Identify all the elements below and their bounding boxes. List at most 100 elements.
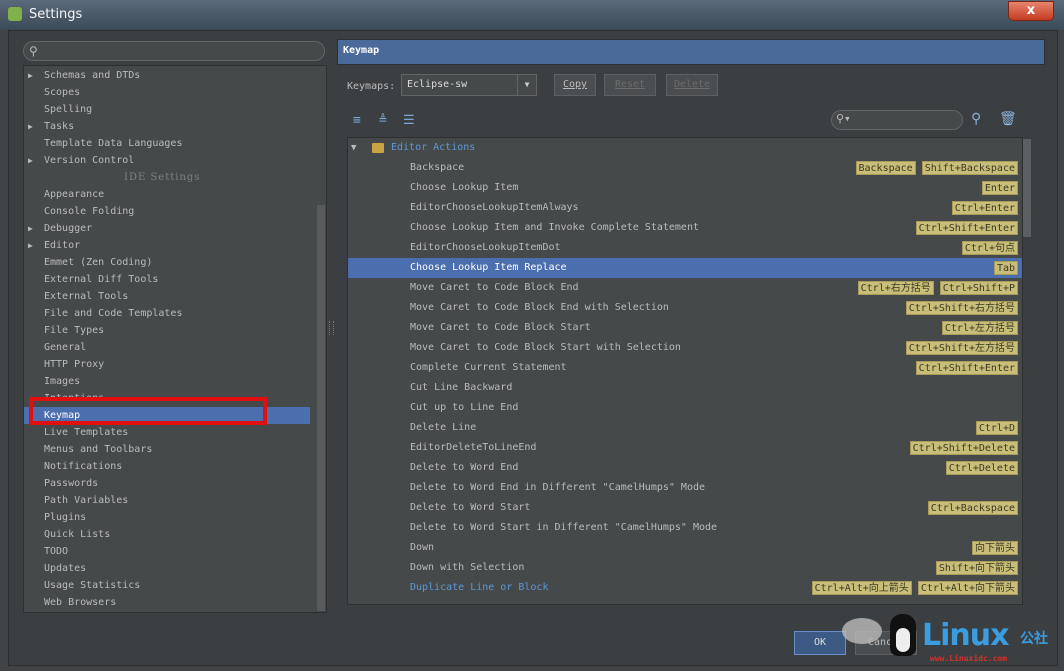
action-row[interactable]: Delete to Word End in Different "CamelHu… xyxy=(348,478,1022,498)
edit-shortcut-icon[interactable]: ☰ xyxy=(403,113,415,128)
tree-item[interactable]: General xyxy=(24,339,310,356)
tree-item[interactable]: Spelling xyxy=(24,101,310,118)
tree-item-label: Template Data Languages xyxy=(44,138,183,149)
tree-item[interactable]: Plugins xyxy=(24,509,310,526)
expand-arrow-icon[interactable]: ▶ xyxy=(28,118,33,135)
tree-item[interactable]: External Diff Tools xyxy=(24,271,310,288)
tree-item[interactable]: Emmet (Zen Coding) xyxy=(24,254,310,271)
copy-button[interactable]: Copy xyxy=(554,74,596,96)
action-row[interactable]: Delete to Word Start Ctrl+Backspace xyxy=(348,498,1022,518)
tree-item[interactable]: ▶ Tasks xyxy=(24,118,310,135)
shortcut-list: Ctrl+Backspace xyxy=(927,501,1018,515)
action-row[interactable]: Delete to Word Start in Different "Camel… xyxy=(348,518,1022,538)
action-row[interactable]: Cut up to Line End xyxy=(348,398,1022,418)
action-row[interactable]: Choose Lookup Item Enter xyxy=(348,178,1022,198)
tree-item[interactable]: Usage Statistics xyxy=(24,577,310,594)
tree-item[interactable]: Menus and Toolbars xyxy=(24,441,310,458)
action-row[interactable]: EditorChooseLookupItemDot Ctrl+句点 xyxy=(348,238,1022,258)
tree-item[interactable]: Quick Lists xyxy=(24,526,310,543)
action-name: Complete Current Statement xyxy=(410,362,567,373)
action-name: Choose Lookup Item and Invoke Complete S… xyxy=(410,222,699,233)
tree-item-label: Appearance xyxy=(44,189,105,200)
tree-item[interactable]: Images xyxy=(24,373,310,390)
tree-section-header: IDE Settings xyxy=(24,169,310,186)
shortcut-badge: Ctrl+Backspace xyxy=(927,501,1018,515)
action-row[interactable]: Choose Lookup Item and Invoke Complete S… xyxy=(348,218,1022,238)
tree-item[interactable]: ▶ Version Control xyxy=(24,152,310,169)
action-name: Delete to Word End in Different "CamelHu… xyxy=(410,482,706,493)
action-row[interactable]: Delete Line Ctrl+D xyxy=(348,418,1022,438)
action-row[interactable]: Choose Lookup Item Replace Tab xyxy=(348,258,1022,278)
tree-item-label: Passwords xyxy=(44,478,99,489)
chevron-down-icon[interactable]: ▼ xyxy=(517,75,536,95)
tree-item-label: Updates xyxy=(44,563,87,574)
collapse-all-icon[interactable]: ≜ xyxy=(379,113,387,128)
delete-button[interactable]: Delete xyxy=(666,74,718,96)
tree-item[interactable]: Path Variables xyxy=(24,492,310,509)
action-row[interactable]: EditorDeleteToLineEnd Ctrl+Shift+Delete xyxy=(348,438,1022,458)
action-row[interactable]: Move Caret to Code Block End with Select… xyxy=(348,298,1022,318)
action-group-row[interactable]: ▼ Editor Actions xyxy=(348,138,1022,158)
action-row[interactable]: Cut Line Backward xyxy=(348,378,1022,398)
action-row[interactable]: Delete to Word End Ctrl+Delete xyxy=(348,458,1022,478)
action-row[interactable]: Complete Current Statement Ctrl+Shift+Ent… xyxy=(348,358,1022,378)
action-row[interactable]: Down 向下箭头 xyxy=(348,538,1022,558)
expand-arrow-icon[interactable]: ▶ xyxy=(28,152,33,169)
tree-item[interactable]: HTTP Proxy xyxy=(24,356,310,373)
expand-arrow-icon[interactable]: ▶ xyxy=(28,220,33,237)
shortcut-list: Ctrl+Shift+Delete xyxy=(909,441,1018,455)
shortcut-list: Ctrl+Delete xyxy=(945,461,1018,475)
keymap-scrollbar[interactable] xyxy=(1023,139,1031,237)
shortcut-badge: Ctrl+右方括号 xyxy=(857,281,934,295)
tree-item[interactable]: Template Data Languages xyxy=(24,135,310,152)
expand-arrow-icon[interactable]: ▼ xyxy=(351,138,356,158)
tree-item[interactable]: Web Browsers xyxy=(24,594,310,607)
settings-search-input[interactable]: ⚲ xyxy=(23,41,325,61)
keymap-select[interactable]: Eclipse-sw ▼ xyxy=(401,74,537,96)
find-shortcut-icon[interactable]: ⚲ xyxy=(971,111,981,127)
tree-item-label: Version Control xyxy=(44,155,135,166)
shortcut-badge: Ctrl+Alt+向下箭头 xyxy=(917,581,1018,595)
action-row[interactable]: Move Caret to Code Block End Ctrl+右方括号 Ctr… xyxy=(348,278,1022,298)
expand-arrow-icon[interactable]: ▶ xyxy=(28,67,33,84)
tree-item[interactable]: ▶ Editor xyxy=(24,237,310,254)
action-name: Choose Lookup Item xyxy=(410,182,519,193)
pane-splitter[interactable] xyxy=(329,321,334,335)
tree-item[interactable]: ▶ Schemas and DTDs xyxy=(24,67,310,84)
action-row[interactable]: Move Caret to Code Block Start Ctrl+左方括号 xyxy=(348,318,1022,338)
tree-item[interactable]: TODO xyxy=(24,543,310,560)
expand-arrow-icon[interactable]: ▶ xyxy=(28,237,33,254)
shortcut-badge: Ctrl+D xyxy=(975,421,1018,435)
tree-item-label: File and Code Templates xyxy=(44,308,183,319)
tree-item[interactable]: External Tools xyxy=(24,288,310,305)
shortcut-badge: Backspace xyxy=(855,161,916,175)
action-row[interactable]: Down with Selection Shift+向下箭头 xyxy=(348,558,1022,578)
shortcut-badge: Ctrl+Shift+右方括号 xyxy=(905,301,1018,315)
tree-item[interactable]: Scopes xyxy=(24,84,310,101)
keymap-actions-tree: ▼ Editor Actions Backspace Backspace Shift+B… xyxy=(347,137,1023,605)
action-row[interactable]: EditorChooseLookupItemAlways Ctrl+Enter xyxy=(348,198,1022,218)
action-name: Down xyxy=(410,542,435,553)
tree-item[interactable]: ▶ Debugger xyxy=(24,220,310,237)
tree-item[interactable]: File Types xyxy=(24,322,310,339)
tree-item[interactable]: Updates xyxy=(24,560,310,577)
tree-item[interactable]: Live Templates xyxy=(24,424,310,441)
reset-button[interactable]: Reset xyxy=(604,74,656,96)
tree-item[interactable]: File and Code Templates xyxy=(24,305,310,322)
tree-item-label: Editor xyxy=(44,240,81,251)
shortcut-list: Shift+向下箭头 xyxy=(935,561,1018,575)
expand-all-icon[interactable]: ≡ xyxy=(353,113,361,128)
tree-item[interactable]: Appearance xyxy=(24,186,310,203)
tree-item[interactable]: Passwords xyxy=(24,475,310,492)
action-row[interactable]: Duplicate Line or Block Ctrl+Alt+向上箭头 Ctrl… xyxy=(348,578,1022,598)
trash-icon[interactable]: 🗑 xyxy=(999,111,1017,127)
close-button[interactable]: x xyxy=(1008,1,1054,21)
tree-item-label: File Types xyxy=(44,325,105,336)
action-filter-input[interactable]: ⚲▾ xyxy=(831,110,963,130)
action-row[interactable]: Backspace Backspace Shift+Backspace xyxy=(348,158,1022,178)
tree-item[interactable]: Console Folding xyxy=(24,203,310,220)
action-row[interactable]: Move Caret to Code Block Start with Sele… xyxy=(348,338,1022,358)
tree-scrollbar[interactable] xyxy=(317,205,325,611)
tree-item-label: Scopes xyxy=(44,87,81,98)
tree-item[interactable]: Notifications xyxy=(24,458,310,475)
